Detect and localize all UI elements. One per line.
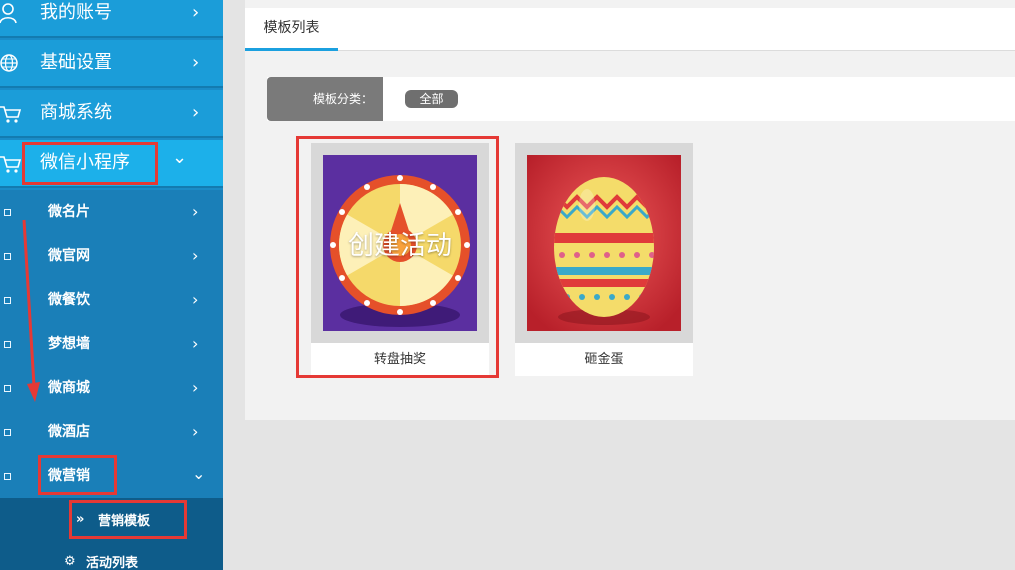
template-thumbnail: 创建活动	[311, 143, 489, 343]
sidebar-subitem-label: 微餐饮	[48, 292, 90, 308]
chevron-right-icon: ›	[192, 102, 200, 123]
sidebar-item-label: 活动列表	[86, 556, 139, 570]
gear-icon: ⚙	[64, 554, 76, 569]
annotation-arrow-icon	[22, 219, 40, 402]
filter-chip-all[interactable]: 全部	[405, 90, 458, 108]
double-chevron-right-icon: »	[76, 512, 85, 527]
sidebar: 我的账号 › 基础设置 › 商城系统 › 微信小程序 ⌄ 微名片 › 微官网 ›	[0, 0, 223, 570]
tab-bar: 模板列表	[245, 8, 1015, 51]
sidebar-item-basic-settings[interactable]: 基础设置 ›	[0, 40, 223, 88]
chevron-right-icon: ›	[192, 2, 200, 23]
sidebar-subitem-label: 微营销	[48, 468, 90, 484]
sidebar-item-label: 基础设置	[40, 52, 112, 73]
chevron-right-icon: ›	[192, 246, 199, 265]
tree-node-icon	[4, 253, 11, 260]
chevron-right-icon: ›	[192, 378, 199, 397]
template-card-prize-wheel[interactable]: 创建活动 转盘抽奖	[311, 143, 489, 376]
sidebar-subitem-label: 微名片	[48, 204, 90, 220]
globe-icon	[0, 52, 22, 74]
sidebar-subitem-label: 梦想墙	[48, 336, 90, 352]
sidebar-item-label: 微信小程序	[40, 152, 130, 173]
sidebar-item-mall-system[interactable]: 商城系统 ›	[0, 90, 223, 138]
sidebar-subitem-marketing[interactable]: 微营销 ⌄	[0, 454, 223, 498]
template-name: 转盘抽奖	[373, 352, 426, 367]
tree-node-icon	[4, 429, 11, 436]
cart-icon	[0, 102, 22, 124]
sidebar-item-activity-list[interactable]: ⚙ 活动列表	[0, 544, 223, 570]
sidebar-subitem-label: 微商城	[48, 380, 90, 396]
cart-icon	[0, 152, 22, 174]
marketing-submenu: » 营销模板 ⚙ 活动列表	[0, 498, 223, 570]
sidebar-item-label: 商城系统	[40, 102, 112, 123]
template-card-golden-egg[interactable]: 砸金蛋	[515, 143, 693, 376]
template-name: 砸金蛋	[584, 352, 624, 367]
chevron-down-icon: ⌄	[192, 464, 206, 483]
filter-label: 模板分类：	[267, 77, 383, 121]
tree-node-icon	[4, 209, 11, 216]
tree-node-icon	[4, 341, 11, 348]
main-content: 模板列表 模板分类： 全部 创建活动 转盘抽奖 砸金蛋	[245, 0, 1015, 420]
chevron-right-icon: ›	[192, 202, 199, 221]
chevron-right-icon: ›	[192, 290, 199, 309]
sidebar-item-marketing-templates[interactable]: » 营销模板	[0, 502, 223, 542]
sidebar-subitem-label: 微酒店	[48, 424, 90, 440]
sidebar-item-my-account[interactable]: 我的账号 ›	[0, 0, 223, 38]
tab-template-list[interactable]: 模板列表	[245, 8, 338, 51]
sidebar-item-label: 营销模板	[98, 514, 151, 529]
chevron-down-icon: ⌄	[172, 147, 188, 168]
tree-node-icon	[4, 385, 11, 392]
chevron-right-icon: ›	[192, 52, 200, 73]
chevron-right-icon: ›	[192, 422, 199, 441]
user-icon	[0, 2, 22, 24]
chevron-right-icon: ›	[192, 334, 199, 353]
template-thumbnail	[515, 143, 693, 343]
sidebar-subitem-label: 微官网	[48, 248, 90, 264]
sidebar-item-label: 我的账号	[40, 2, 112, 23]
golden-egg-image	[527, 155, 681, 331]
sidebar-subitem-hotel[interactable]: 微酒店 ›	[0, 410, 223, 454]
sidebar-item-wechat-miniprogram[interactable]: 微信小程序 ⌄	[0, 140, 223, 188]
create-activity-overlay[interactable]: 创建活动	[311, 225, 489, 262]
tree-node-icon	[4, 297, 11, 304]
tree-node-icon	[4, 473, 11, 480]
template-filter-bar: 模板分类： 全部	[267, 77, 1015, 121]
